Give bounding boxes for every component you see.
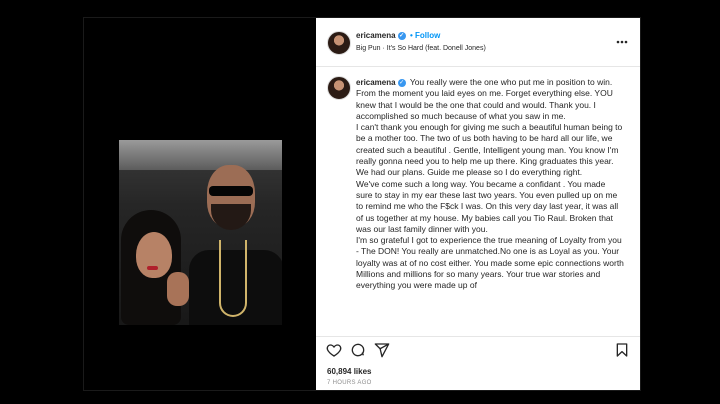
follow-button[interactable]: • Follow xyxy=(410,31,440,40)
post-header: ericamena ✓ • Follow Big Pun · It's So Ha… xyxy=(316,18,640,67)
caption-text: ericamena ✓ You really were the one who p… xyxy=(356,77,624,292)
caption-username[interactable]: ericamena xyxy=(356,78,396,87)
likes-count[interactable]: 60,894 likes xyxy=(327,367,371,376)
music-artist[interactable]: Big Pun xyxy=(356,45,381,52)
sunglasses xyxy=(209,186,253,196)
action-bar: 60,894 likes 7 HOURS AGO xyxy=(316,336,640,391)
post-modal: ericamena ✓ • Follow Big Pun · It's So Ha… xyxy=(83,17,641,391)
caption-line: You really were the one who put me in po… xyxy=(409,77,613,87)
post-side-panel: ericamena ✓ • Follow Big Pun · It's So Ha… xyxy=(316,18,640,390)
man-beard xyxy=(211,204,251,230)
post-timestamp[interactable]: 7 HOURS AGO xyxy=(327,380,372,386)
post-media-pane xyxy=(84,18,316,390)
car-window xyxy=(119,140,282,170)
verified-badge-icon: ✓ xyxy=(397,31,406,40)
bookmark-icon[interactable] xyxy=(614,342,630,358)
music-song[interactable]: It's So Hard (feat. Donell Jones) xyxy=(387,45,486,52)
music-line[interactable]: Big Pun · It's So Hard (feat. Donell Jon… xyxy=(356,45,486,52)
woman-lips xyxy=(147,266,158,270)
caption-section: ericamena ✓ You really were the one who p… xyxy=(316,67,640,337)
verified-badge-icon: ✓ xyxy=(397,78,406,87)
woman-face xyxy=(136,232,172,278)
comment-icon[interactable] xyxy=(350,342,366,358)
caption-paragraph: We've come such a long way. You became a… xyxy=(356,178,619,234)
caption-avatar[interactable] xyxy=(327,76,351,100)
header-username[interactable]: ericamena ✓ xyxy=(356,31,408,40)
post-photo[interactable] xyxy=(119,140,282,325)
gold-chain xyxy=(219,240,247,317)
avatar[interactable] xyxy=(327,31,351,55)
caption-paragraph: I can't thank you enough for giving me s… xyxy=(356,122,623,178)
more-horizontal-icon[interactable] xyxy=(616,33,628,47)
username-text[interactable]: ericamena xyxy=(356,31,396,40)
caption-paragraph: ericamena ✓ You really were the one who p… xyxy=(356,77,624,88)
caption-paragraph: I'm so grateful I got to experience the … xyxy=(356,235,624,291)
caption-paragraph: From the moment you laid eyes on me. For… xyxy=(356,88,613,121)
send-icon[interactable] xyxy=(374,342,390,358)
woman-hand xyxy=(167,272,189,306)
heart-icon[interactable] xyxy=(326,342,342,358)
follow-label[interactable]: Follow xyxy=(415,31,440,40)
music-separator: · xyxy=(382,45,385,52)
